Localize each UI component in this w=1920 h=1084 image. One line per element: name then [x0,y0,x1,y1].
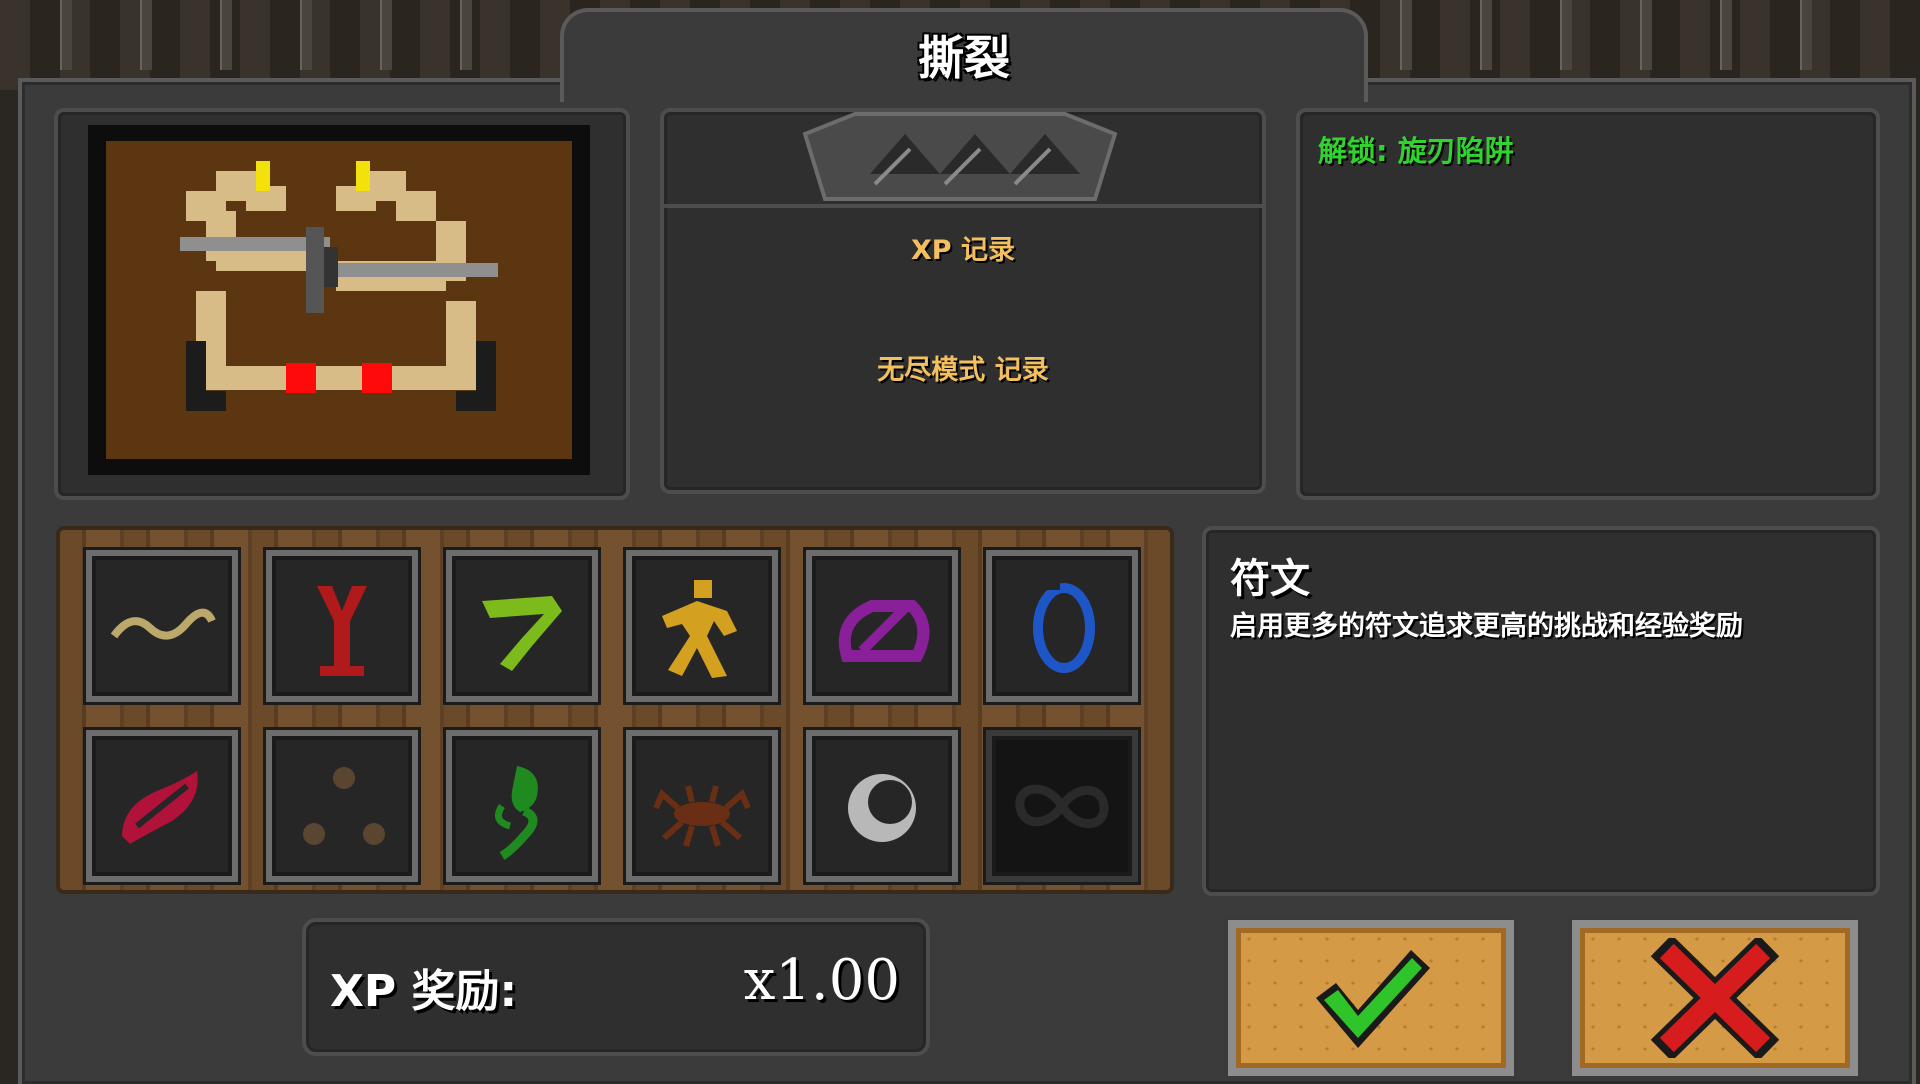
hook-rune-icon [482,596,562,671]
rune-slot-crescent[interactable] [806,730,958,882]
rune-slot-runner[interactable] [626,550,778,702]
spike-rune-icon [317,586,367,676]
rune-slot-wave[interactable] [86,550,238,702]
dialog-title: 撕裂 [918,31,1010,85]
checkmark-icon [1316,950,1430,1048]
blade-trap-icon [106,141,572,459]
rune-slot-crab[interactable] [626,730,778,882]
confirm-button[interactable] [1228,920,1514,1076]
slash-rune-icon [122,771,198,844]
runner-rune-icon [662,580,737,678]
rune-board [56,526,1174,894]
crescent-rune-icon [848,774,916,842]
records-divider [664,204,1262,208]
description-text: 启用更多的符文追求更高的挑战和经验奖励 [1230,611,1743,642]
rune-slot-dots[interactable] [266,730,418,882]
infinity-rune-icon [1015,784,1109,829]
slashed-circle-rune-icon [838,600,930,662]
cancel-button[interactable] [1572,920,1858,1076]
crab-rune-icon [653,785,751,847]
xp-bonus-value: x1.00 [743,948,900,1013]
xp-bonus-label: XP 奖励: [330,966,518,1017]
ring-rune-icon [1033,580,1095,673]
unlock-text: 解锁: 旋刃陷阱 [1318,134,1514,168]
rune-slot-spike[interactable] [266,550,418,702]
rune-slot-ring[interactable] [986,550,1138,702]
rune-slot-slash[interactable] [86,730,238,882]
xp-record-label: XP 记录 [910,235,1015,266]
endless-record-label: 无尽模式 记录 [877,355,1049,386]
cross-icon [1650,938,1780,1058]
rank-medal-icon [802,112,1118,201]
rune-slot-slashed-circle[interactable] [806,550,958,702]
blade-trap-art [180,161,498,411]
rune-slot-infinity[interactable] [986,730,1138,882]
wave-rune-icon [110,608,216,640]
rune-slot-hook[interactable] [446,550,598,702]
trap-preview-frame [88,125,590,475]
description-title: 符文 [1230,556,1310,602]
rune-slot-sprout[interactable] [446,730,598,882]
dots-rune-icon [303,767,385,845]
sprout-rune-icon [494,766,538,860]
